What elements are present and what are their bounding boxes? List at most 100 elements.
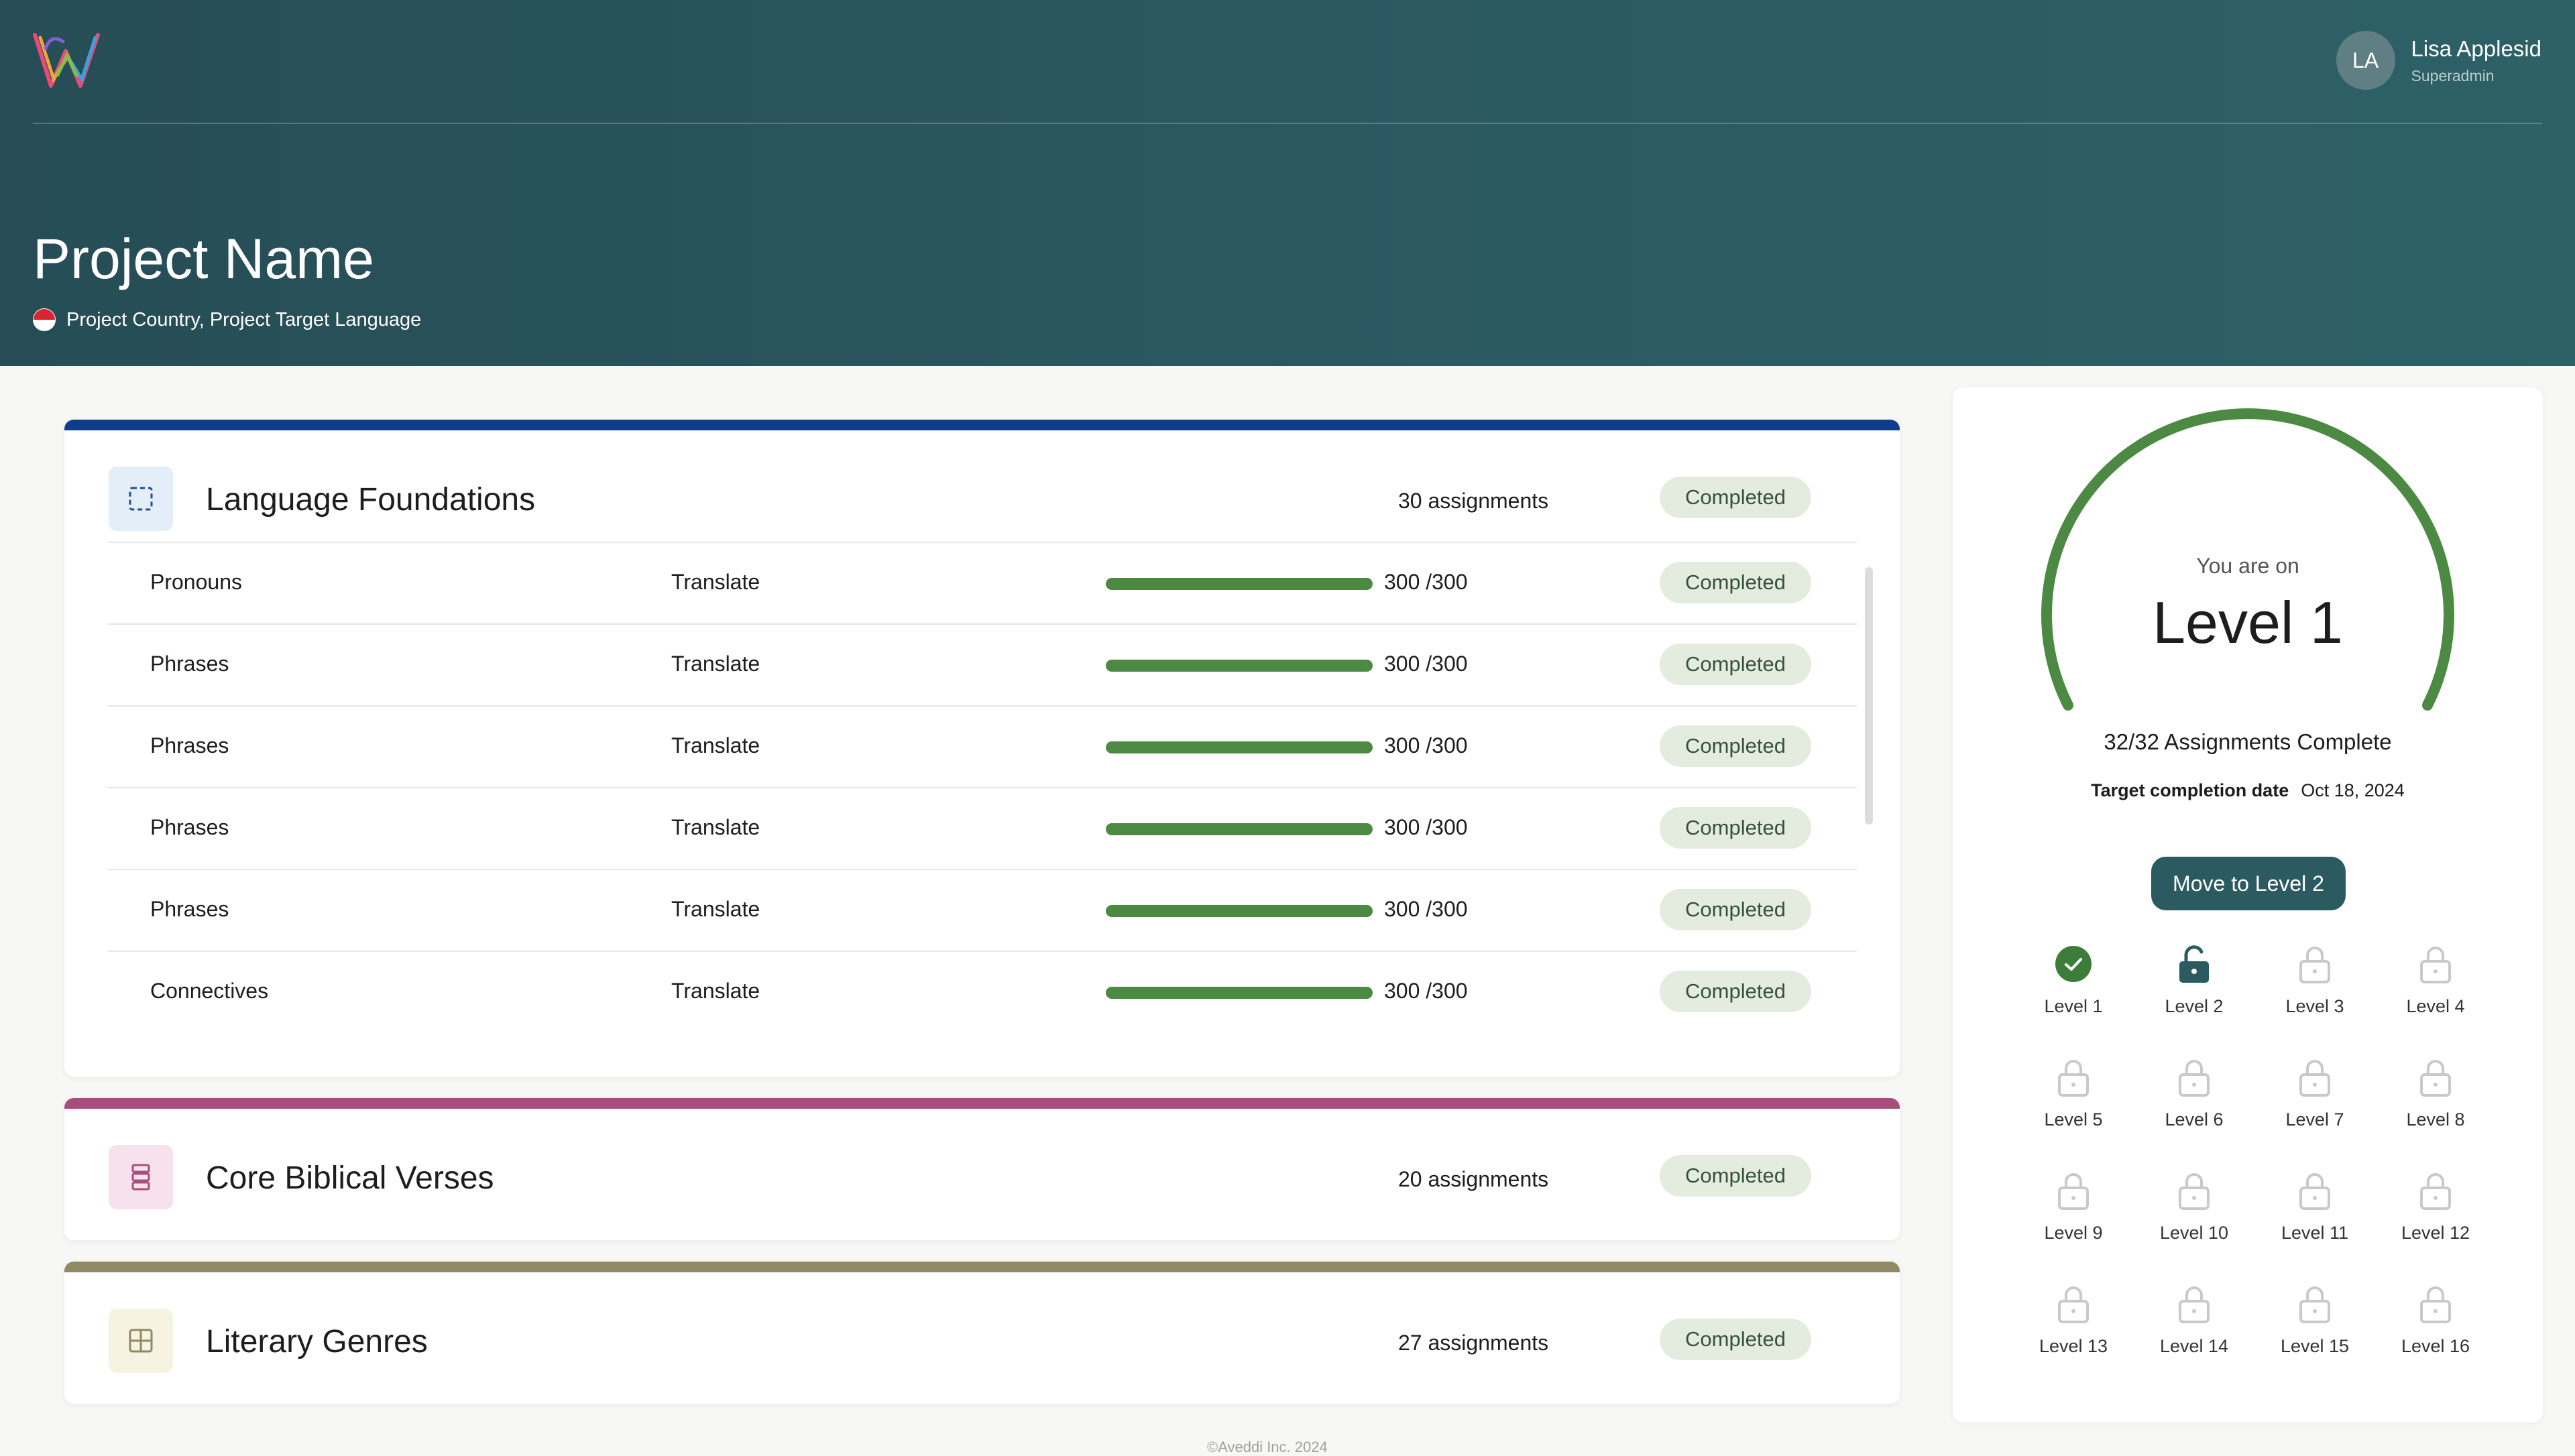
stack-icon	[109, 1145, 173, 1209]
level-label: Level 6	[2165, 1109, 2224, 1130]
lock-icon	[2053, 1057, 2094, 1097]
level-item[interactable]: Level 13	[2013, 1284, 2134, 1357]
module-header[interactable]: Literary Genres 27 assignments Completed	[64, 1272, 1900, 1404]
table-row[interactable]: Phrases Translate 300 /300 Completed	[107, 869, 1857, 951]
level-item[interactable]: Level 9	[2013, 1170, 2134, 1243]
assignment-count: 30 assignments	[1398, 489, 1549, 513]
target-completion: Target completion date Oct 18, 2024	[1953, 780, 2543, 801]
lock-icon	[2174, 1170, 2214, 1211]
table-row[interactable]: Connectives Translate 300 /300 Completed	[107, 951, 1857, 1032]
level-item[interactable]: Level 15	[2254, 1284, 2375, 1357]
status-badge: Completed	[1660, 971, 1811, 1012]
level-label: Level 15	[2280, 1336, 2350, 1356]
assignment-type: Translate	[671, 652, 760, 676]
level-item[interactable]: Level 16	[2375, 1284, 2496, 1357]
user-menu[interactable]: LA Lisa Applesid Superadmin	[2336, 31, 2541, 90]
module-header[interactable]: Core Biblical Verses 20 assignments Comp…	[64, 1109, 1900, 1240]
target-label: Target completion date	[2091, 780, 2289, 800]
level-label: Level 9	[2044, 1223, 2103, 1243]
level-item[interactable]: Level 14	[2134, 1284, 2254, 1357]
module-color-bar	[64, 1262, 1900, 1272]
project-location: Project Country, Project Target Language	[66, 308, 422, 330]
status-badge: Completed	[1660, 644, 1811, 685]
assignment-count: 27 assignments	[1398, 1331, 1549, 1355]
level-label: Level 3	[2285, 996, 2344, 1016]
module-card-language-foundations[interactable]: Language Foundations 30 assignments Comp…	[64, 420, 1900, 1077]
status-badge: Completed	[1660, 807, 1811, 849]
level-item[interactable]: Level 2	[2134, 944, 2254, 1017]
move-to-level-button[interactable]: Move to Level 2	[2151, 857, 2346, 910]
assignment-type: Translate	[671, 733, 760, 757]
table-row[interactable]: Phrases Translate 300 /300 Completed	[107, 623, 1857, 705]
level-item[interactable]: Level 3	[2254, 944, 2375, 1017]
status-badge: Completed	[1660, 1319, 1811, 1360]
check-circle-icon	[2053, 944, 2094, 984]
lock-icon	[2295, 1057, 2335, 1097]
dashed-square-icon	[109, 467, 173, 531]
level-panel: You are on Level 1 32/32 Assignments Com…	[1953, 387, 2543, 1422]
level-label: Level 8	[2406, 1109, 2465, 1130]
level-item[interactable]: Level 6	[2134, 1057, 2254, 1130]
assignment-type: Translate	[671, 815, 760, 839]
lock-icon	[2295, 1284, 2335, 1324]
module-card-core-biblical-verses[interactable]: Core Biblical Verses 20 assignments Comp…	[64, 1098, 1900, 1240]
progress-bar	[1106, 823, 1373, 835]
progress-bar	[1106, 741, 1373, 753]
level-item[interactable]: Level 5	[2013, 1057, 2134, 1130]
module-title: Literary Genres	[206, 1324, 428, 1359]
module-card-literary-genres[interactable]: Literary Genres 27 assignments Completed	[64, 1262, 1900, 1404]
module-title: Core Biblical Verses	[206, 1160, 494, 1196]
progress-count: 300 /300	[1384, 897, 1468, 921]
current-level: Level 1	[2153, 589, 2343, 656]
table-row[interactable]: Pronouns Translate 300 /300 Completed	[107, 542, 1857, 623]
progress-bar	[1106, 905, 1373, 917]
progress-bar	[1106, 987, 1373, 999]
status-badge: Completed	[1660, 725, 1811, 767]
lock-icon	[2415, 1057, 2456, 1097]
target-date: Oct 18, 2024	[2301, 780, 2405, 800]
project-subtitle: Project Country, Project Target Language	[33, 308, 421, 331]
level-item[interactable]: Level 4	[2375, 944, 2496, 1017]
progress-count: 300 /300	[1384, 979, 1468, 1003]
avatar[interactable]: LA	[2336, 31, 2395, 90]
module-title: Language Foundations	[206, 482, 536, 518]
table-row[interactable]: Phrases Translate 300 /300 Completed	[107, 705, 1857, 787]
level-item[interactable]: Level 1	[2013, 944, 2134, 1017]
lock-icon	[2415, 1284, 2456, 1324]
app-logo[interactable]	[31, 28, 105, 94]
lock-icon	[2295, 944, 2335, 984]
level-item[interactable]: Level 10	[2134, 1170, 2254, 1243]
table-row[interactable]: Phrases Translate 300 /300 Completed	[107, 787, 1857, 869]
assignment-name: Phrases	[150, 897, 229, 921]
lock-icon	[2053, 1284, 2094, 1324]
progress-count: 300 /300	[1384, 733, 1468, 757]
level-label: Level 7	[2285, 1109, 2344, 1130]
level-item[interactable]: Level 11	[2254, 1170, 2375, 1243]
level-label: Level 14	[2159, 1336, 2229, 1356]
level-label: Level 16	[2401, 1336, 2470, 1356]
status-badge: Completed	[1660, 477, 1811, 518]
progress-count: 300 /300	[1384, 652, 1468, 676]
lock-icon	[2053, 1170, 2094, 1211]
status-badge: Completed	[1660, 1155, 1811, 1197]
assignment-name: Connectives	[150, 979, 269, 1003]
level-label: Level 11	[2281, 1223, 2349, 1243]
module-color-bar	[64, 1098, 1900, 1109]
level-item[interactable]: Level 12	[2375, 1170, 2496, 1243]
assignment-name: Pronouns	[150, 570, 242, 594]
assignment-list: Pronouns Translate 300 /300 Completed Ph…	[107, 542, 1857, 1032]
assignment-name: Phrases	[150, 652, 229, 676]
assignment-type: Translate	[671, 570, 760, 594]
level-label: Level 13	[2039, 1336, 2108, 1356]
scrollbar[interactable]	[1865, 567, 1873, 825]
level-label: Level 1	[2044, 996, 2103, 1016]
page-title: Project Name	[33, 227, 374, 290]
level-grid: Level 1 Level 2 Level 3 Level 4 Level 5 Level…	[2013, 944, 2496, 1357]
level-item[interactable]: Level 7	[2254, 1057, 2375, 1130]
level-item[interactable]: Level 8	[2375, 1057, 2496, 1130]
lock-icon	[2415, 1170, 2456, 1211]
unlock-icon	[2174, 944, 2214, 984]
progress-count: 300 /300	[1384, 815, 1468, 839]
assignment-type: Translate	[671, 897, 760, 921]
assignment-name: Phrases	[150, 733, 229, 757]
